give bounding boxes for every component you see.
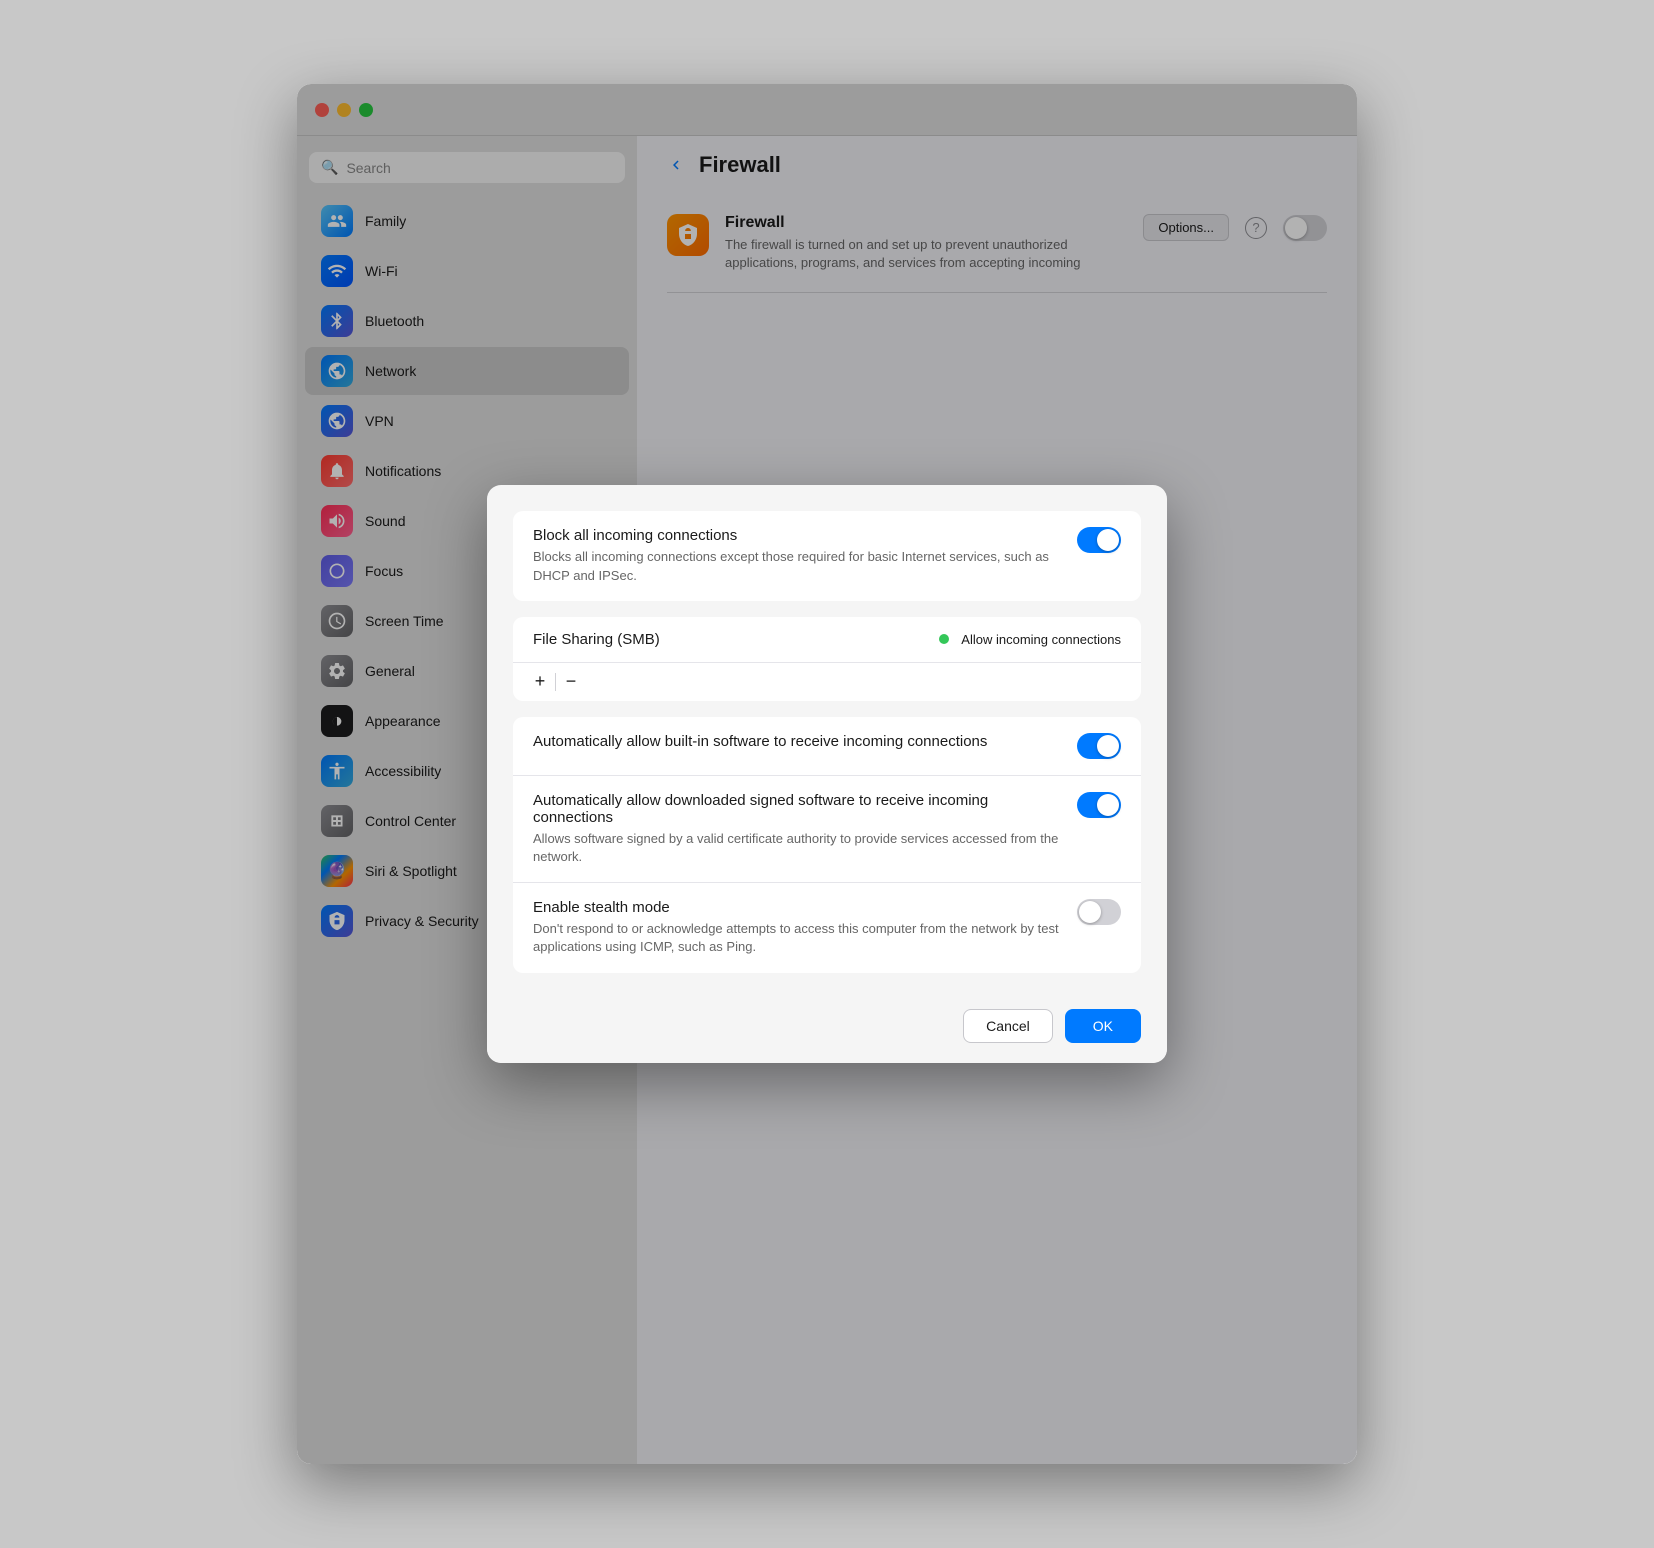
add-remove-row: + − <box>513 663 1141 701</box>
auto-signed-toggle[interactable] <box>1077 792 1121 818</box>
block-incoming-toggle[interactable] <box>1077 527 1121 553</box>
auto-builtin-info: Automatically allow built-in software to… <box>533 733 1061 754</box>
cancel-button[interactable]: Cancel <box>963 1009 1053 1043</box>
auto-builtin-row: Automatically allow built-in software to… <box>513 717 1141 776</box>
remove-button[interactable]: − <box>558 669 584 695</box>
stealth-desc: Don't respond to or acknowledge attempts… <box>533 920 1061 956</box>
file-sharing-name: File Sharing (SMB) <box>533 631 927 648</box>
auto-signed-row: Automatically allow downloaded signed so… <box>513 776 1141 883</box>
stealth-info: Enable stealth mode Don't respond to or … <box>533 899 1061 956</box>
auto-signed-title: Automatically allow downloaded signed so… <box>533 792 1061 826</box>
block-incoming-title: Block all incoming connections <box>533 527 1061 544</box>
block-incoming-row: Block all incoming connections Blocks al… <box>513 511 1141 600</box>
modal-overlay: Block all incoming connections Blocks al… <box>297 84 1357 1464</box>
status-label: Allow incoming connections <box>961 632 1121 647</box>
add-button[interactable]: + <box>527 669 553 695</box>
main-window: 🔍 Search Family Wi-Fi Bl <box>297 84 1357 1464</box>
auto-signed-info: Automatically allow downloaded signed so… <box>533 792 1061 866</box>
file-sharing-row: File Sharing (SMB) Allow incoming connec… <box>513 617 1141 663</box>
stealth-toggle[interactable] <box>1077 899 1121 925</box>
block-incoming-desc: Blocks all incoming connections except t… <box>533 548 1061 584</box>
modal-section-1: Block all incoming connections Blocks al… <box>513 511 1141 600</box>
stealth-row: Enable stealth mode Don't respond to or … <box>513 883 1141 972</box>
auto-builtin-toggle[interactable] <box>1077 733 1121 759</box>
modal-body: Block all incoming connections Blocks al… <box>487 485 1167 988</box>
separator <box>555 673 556 691</box>
auto-signed-desc: Allows software signed by a valid certif… <box>533 830 1061 866</box>
stealth-title: Enable stealth mode <box>533 899 1061 916</box>
status-dot <box>939 634 949 644</box>
ok-button[interactable]: OK <box>1065 1009 1141 1043</box>
modal-section-3: Automatically allow built-in software to… <box>513 717 1141 973</box>
modal-dialog: Block all incoming connections Blocks al… <box>487 485 1167 1062</box>
modal-section-2: File Sharing (SMB) Allow incoming connec… <box>513 617 1141 701</box>
modal-footer: Cancel OK <box>487 989 1167 1063</box>
block-incoming-info: Block all incoming connections Blocks al… <box>533 527 1061 584</box>
auto-builtin-title: Automatically allow built-in software to… <box>533 733 1061 750</box>
